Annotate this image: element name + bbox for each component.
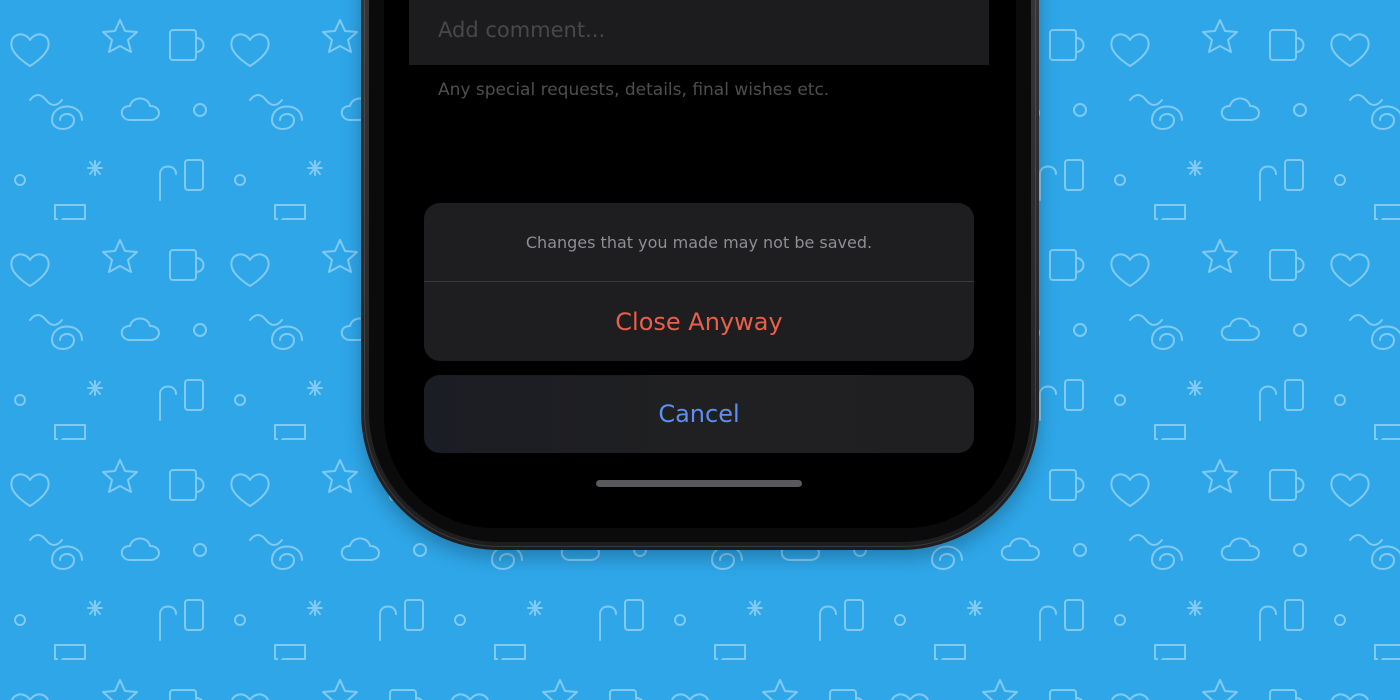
phone-frame: Add comment... Any special requests, det… xyxy=(361,0,1039,550)
comment-input[interactable]: Add comment... xyxy=(409,0,989,65)
close-anyway-button[interactable]: Close Anyway xyxy=(424,282,974,361)
action-sheet: Changes that you made may not be saved. … xyxy=(424,203,974,361)
action-sheet-message: Changes that you made may not be saved. xyxy=(424,203,974,282)
comment-hint-text: Any special requests, details, final wis… xyxy=(438,80,830,100)
home-indicator-bar[interactable] xyxy=(596,480,802,487)
phone-screen: Add comment... Any special requests, det… xyxy=(384,0,1016,528)
cancel-button[interactable]: Cancel xyxy=(424,375,974,453)
